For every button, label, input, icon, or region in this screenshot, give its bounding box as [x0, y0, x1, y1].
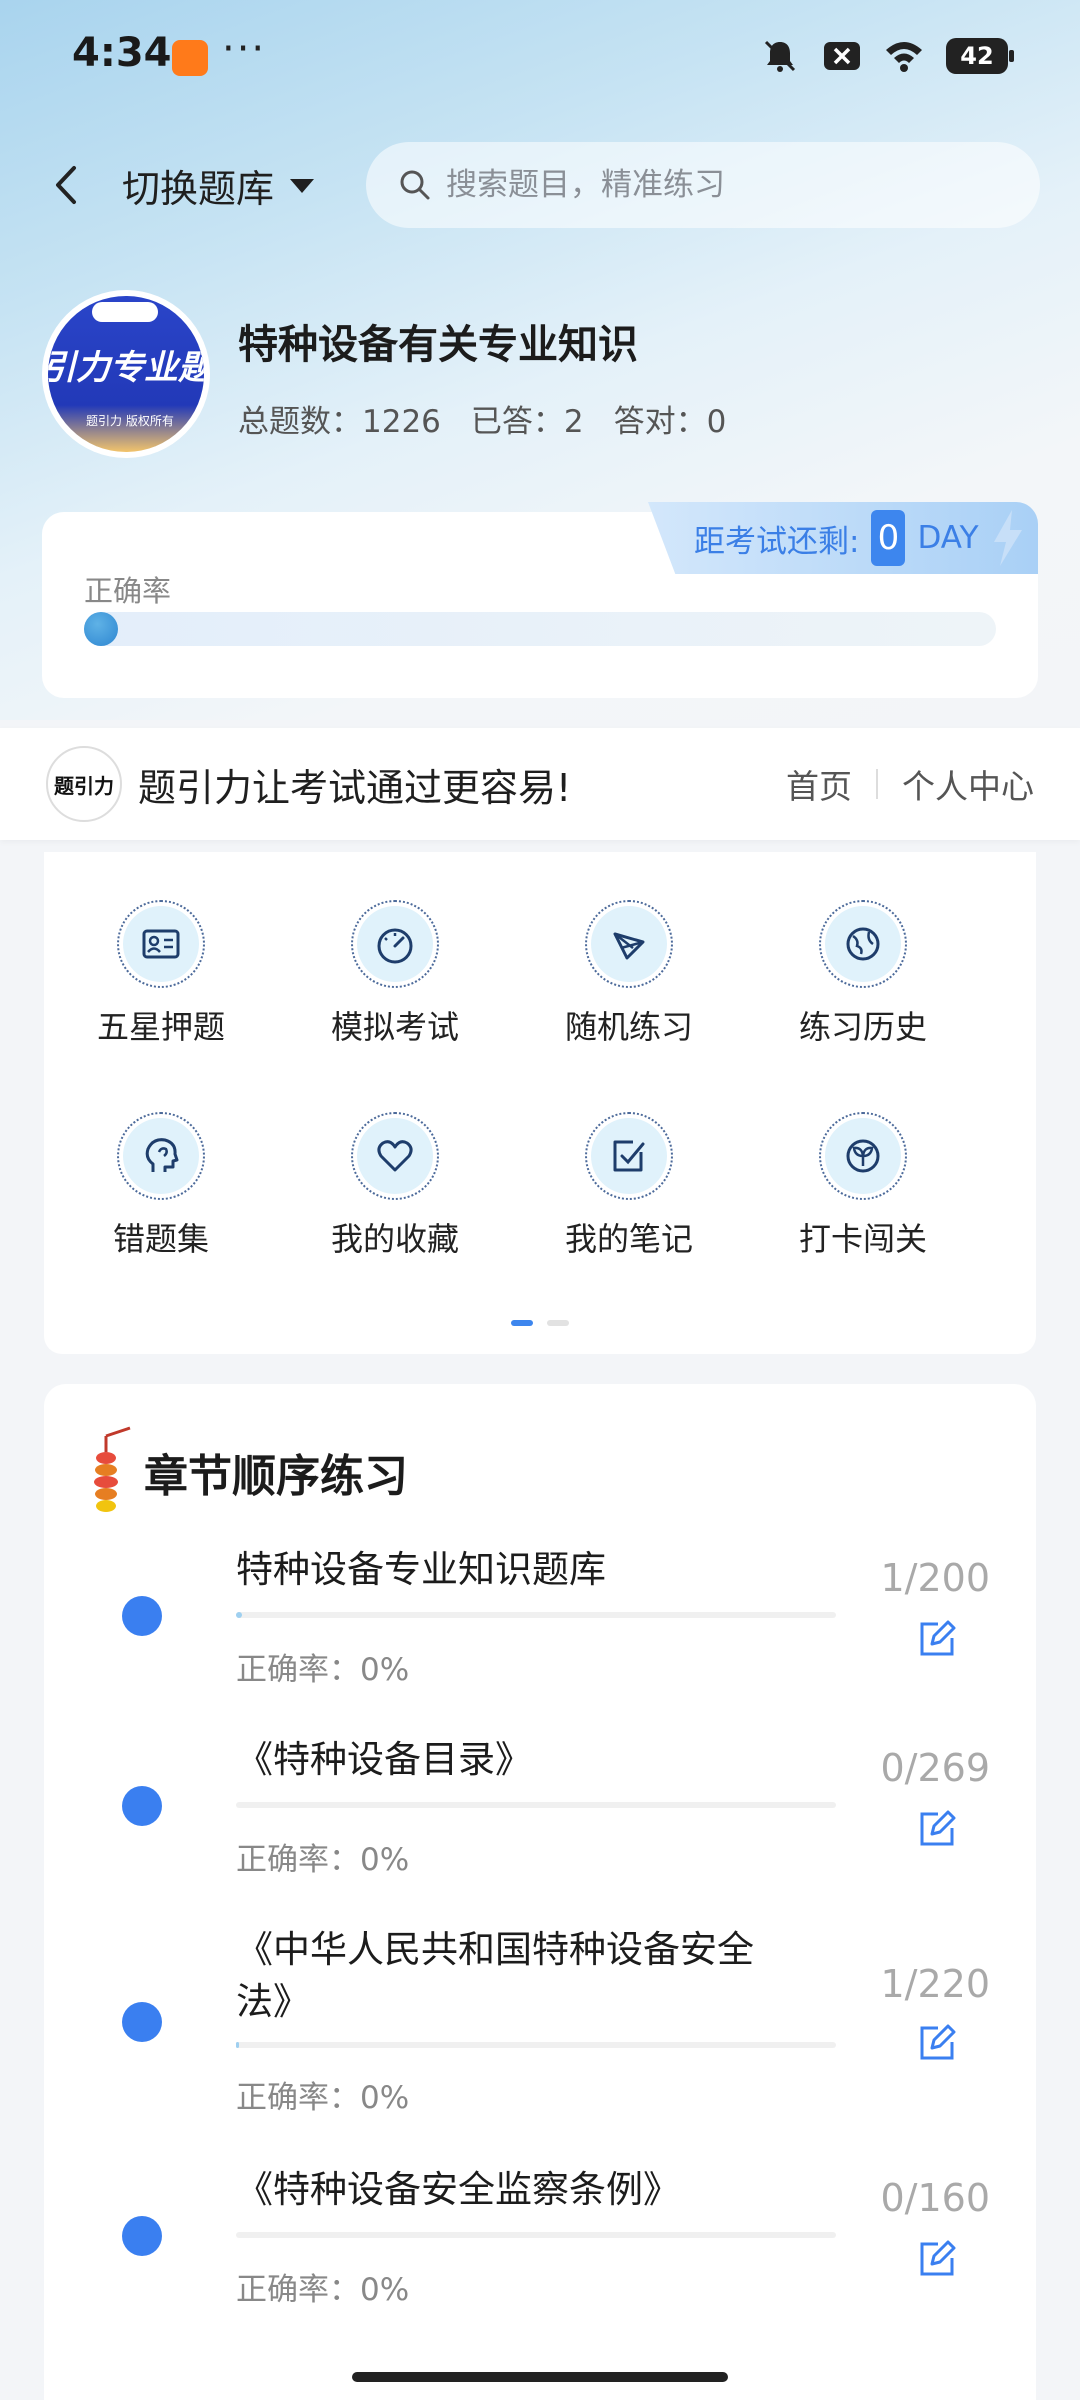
edit-icon[interactable]	[916, 1618, 958, 1660]
brand-nav: 首页 个人中心	[786, 760, 1034, 808]
chapter-progress-fill	[236, 1612, 242, 1618]
feature-check-in[interactable]: 打卡闯关	[746, 1112, 980, 1260]
accuracy-progress-indicator	[84, 612, 118, 646]
chapter-name: 《特种设备目录》	[236, 1738, 532, 1781]
chapter-accuracy: 正确率：0%	[236, 2080, 410, 2116]
accuracy-label: 正确率	[84, 574, 172, 608]
shuffle-icon	[613, 932, 645, 960]
nav-profile-link[interactable]: 个人中心	[902, 760, 1034, 808]
accuracy-progress-bar	[84, 612, 996, 646]
chapter-name: 《特种设备安全监察条例》	[236, 2168, 680, 2211]
bell-muted-icon	[764, 40, 796, 72]
accuracy-card: 距考试还剩: 0 DAY 正确率	[42, 502, 1038, 698]
bank-stats: 总题数：1226 已答：2 答对：0	[238, 396, 726, 441]
chapter-name: 《中华人民共和国特种设备安全法》	[236, 1928, 754, 2023]
chapter-accuracy: 正确率：0%	[236, 2272, 410, 2308]
feature-wrong-questions[interactable]: 错题集	[44, 1112, 278, 1260]
search-icon	[400, 170, 430, 200]
home-indicator[interactable]	[352, 2372, 728, 2382]
note-check-icon	[613, 1140, 645, 1172]
switch-bank-dropdown[interactable]: 切换题库	[122, 158, 315, 213]
sprout-icon	[846, 1139, 880, 1173]
feature-grid: 五星押题 模拟考试 随机练习 练习历史 错题集 我的收藏 我的笔记 打卡闯关	[44, 852, 1036, 1354]
chapter-progress-fill	[236, 2042, 239, 2048]
chapter-progress-bar	[236, 2042, 836, 2048]
chapter-bullet	[122, 1596, 162, 1636]
chapter-accuracy: 正确率：0%	[236, 1652, 410, 1688]
feature-random-practice[interactable]: 随机练习	[512, 900, 746, 1048]
bank-title: 特种设备有关专业知识	[238, 322, 638, 368]
lightning-icon	[994, 510, 1022, 566]
chapter-section-header: 章节顺序练习	[86, 1426, 408, 1518]
edit-icon[interactable]	[916, 2022, 958, 2064]
caret-down-icon	[290, 178, 315, 193]
chapter-section-title: 章节顺序练习	[144, 1451, 408, 1502]
heart-icon	[377, 1140, 413, 1172]
status-time: 4:34	[72, 30, 172, 76]
pager-dot-active[interactable]	[511, 1320, 533, 1326]
countdown-label: 距考试还剩:	[694, 523, 860, 560]
id-card-icon	[142, 929, 180, 959]
pager-dot[interactable]	[547, 1320, 569, 1326]
chapter-count: 0/269	[880, 1746, 990, 1790]
chapter-count: 1/200	[880, 1556, 990, 1600]
chapter-count: 0/160	[880, 2176, 990, 2220]
feature-notes[interactable]: 我的笔记	[512, 1112, 746, 1260]
chapter-practice-section: 章节顺序练习 特种设备专业知识题库 正确率：0% 1/200 《特种设备目录》 …	[44, 1384, 1036, 2400]
status-bar: 4:34 ··· 42	[0, 0, 1080, 120]
chapter-count: 1/220	[880, 1962, 990, 2006]
nav-home-link[interactable]: 首页	[786, 760, 852, 808]
exam-countdown: 距考试还剩: 0 DAY	[648, 502, 1038, 574]
chapter-progress-bar	[236, 1802, 836, 1808]
bank-logo-text: 引力专业题	[48, 348, 204, 388]
brand-logo: 题引力	[46, 746, 122, 822]
feature-pager	[44, 1320, 1036, 1326]
bank-logo-subtext: 题引力 版权所有	[86, 414, 174, 428]
search-input[interactable]	[446, 167, 1006, 203]
bank-logo: 引力专业题 题引力 版权所有	[42, 290, 210, 458]
battery-icon: 42	[946, 38, 1014, 74]
more-notifications-icon: ···	[222, 26, 267, 72]
head-icon	[145, 1138, 179, 1172]
feature-favorites[interactable]: 我的收藏	[278, 1112, 512, 1260]
back-arrow-icon[interactable]	[42, 160, 92, 210]
speedometer-icon	[377, 928, 413, 964]
brand-slogan: 题引力让考试通过更容易!	[138, 765, 572, 810]
nav-divider	[876, 769, 878, 799]
brand-bar: 题引力 题引力让考试通过更容易! 首页 个人中心	[0, 728, 1080, 840]
edit-icon[interactable]	[916, 1808, 958, 1850]
wifi-icon	[886, 42, 922, 72]
chapter-progress-bar	[236, 1612, 836, 1618]
chapter-progress-bar	[236, 2232, 836, 2238]
chapter-bullet	[122, 1786, 162, 1826]
switch-bank-label: 切换题库	[122, 167, 275, 211]
chapter-bullet	[122, 2216, 162, 2256]
chapter-name: 特种设备专业知识题库	[236, 1548, 606, 1591]
countdown-days: 0	[871, 510, 906, 566]
feature-five-star[interactable]: 五星押题	[44, 900, 278, 1048]
feature-history[interactable]: 练习历史	[746, 900, 980, 1048]
chapter-accuracy: 正确率：0%	[236, 1842, 410, 1878]
total-questions: 总题数：1226	[238, 404, 441, 440]
feature-mock-exam[interactable]: 模拟考试	[278, 900, 512, 1048]
search-bar[interactable]	[366, 142, 1040, 228]
globe-icon	[846, 927, 880, 961]
chapter-bullet	[122, 2002, 162, 2042]
top-header: 切换题库	[0, 140, 1080, 230]
firecracker-icon	[94, 1426, 131, 1512]
countdown-unit: DAY	[917, 520, 979, 556]
answered-count: 已答：2	[470, 404, 584, 440]
app-notification-icon	[172, 40, 208, 76]
close-box-icon	[824, 42, 860, 70]
correct-count: 答对：0	[613, 404, 727, 440]
edit-icon[interactable]	[916, 2238, 958, 2280]
